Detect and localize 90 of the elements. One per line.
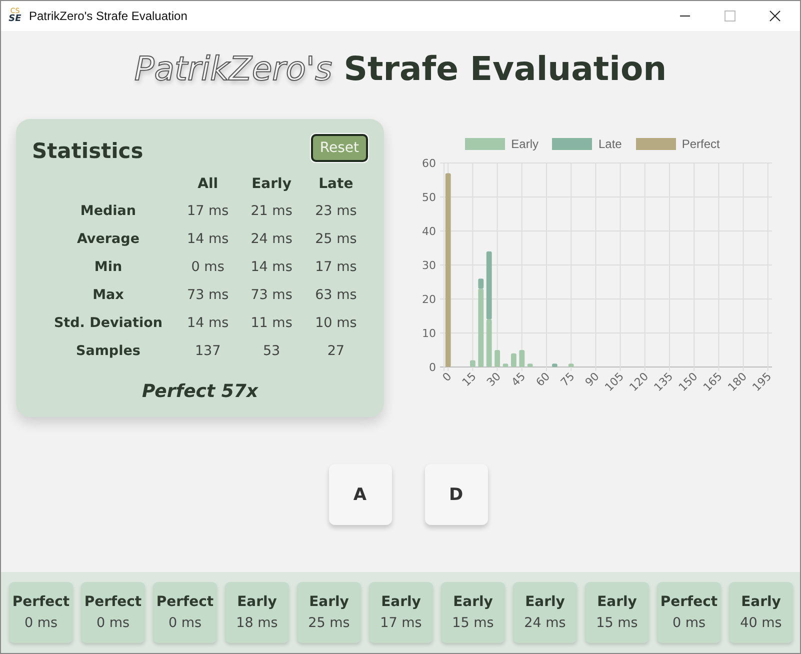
table-cell-text: 21 ms: [250, 202, 294, 221]
result-kind: Early: [525, 594, 565, 610]
result-time: 24 ms: [524, 615, 566, 631]
result-time: 0 ms: [24, 615, 58, 631]
table-cell-text: 10 ms: [314, 314, 358, 333]
heading-text: Strafe Evaluation: [344, 49, 667, 88]
result-time: 18 ms: [236, 615, 278, 631]
row-label: Min: [93, 258, 124, 277]
legend-label: Early: [511, 137, 538, 151]
y-tick-label: 30: [422, 259, 436, 272]
table-cell-text: 14 ms: [186, 230, 230, 249]
histogram-bar: [470, 360, 476, 367]
table-cell-text: 63 ms: [314, 286, 358, 305]
x-tick-label: 75: [558, 370, 578, 390]
result-kind: Perfect: [660, 594, 718, 610]
table-cell-text: 17 ms: [186, 202, 230, 221]
result-time: 0 ms: [96, 615, 130, 631]
x-tick-label: 195: [750, 370, 774, 394]
legend-label: Perfect: [682, 137, 720, 151]
histogram-bar: [494, 350, 500, 367]
table-cell-text: 25 ms: [314, 230, 358, 249]
x-tick-label: 45: [508, 370, 528, 390]
y-tick-label: 20: [422, 293, 436, 306]
x-tick-label: 150: [676, 370, 700, 394]
key-cap: D: [424, 464, 488, 525]
histogram-bar: [511, 353, 516, 367]
close-icon[interactable]: [769, 10, 781, 22]
row-label: Average: [76, 230, 140, 249]
histogram-bar: [568, 364, 574, 367]
result-kind: Perfect: [156, 594, 214, 610]
histogram-bar: [519, 350, 525, 367]
table-cell-text: 73 ms: [250, 286, 294, 305]
histogram-bar: [527, 364, 533, 367]
table-cell-text: 11 ms: [250, 314, 294, 333]
column-header: Early: [250, 175, 292, 194]
legend-label: Late: [598, 137, 622, 151]
x-tick-label: 60: [534, 370, 553, 390]
table-cell-text: 14 ms: [186, 314, 230, 333]
row-label: Std. Deviation: [52, 314, 164, 333]
result-kind: Early: [381, 594, 421, 610]
table-cell-text: 137: [194, 342, 222, 361]
result-time: 15 ms: [452, 615, 494, 631]
perfect-count: Perfect 57x: [140, 381, 260, 402]
table-cell-text: 24 ms: [250, 230, 294, 249]
x-tick-label: 30: [484, 370, 504, 390]
result-time: 25 ms: [308, 615, 350, 631]
y-tick-label: 50: [422, 191, 436, 204]
result-kind: Perfect: [84, 594, 142, 610]
x-tick-label: 165: [700, 370, 725, 394]
result-kind: Early: [453, 594, 493, 610]
reset-button[interactable]: Reset: [310, 134, 368, 162]
x-tick-label: 0: [440, 370, 454, 384]
y-tick-label: 40: [422, 225, 436, 238]
table-cell-text: 0 ms: [190, 258, 226, 277]
x-tick-label: 15: [460, 370, 479, 390]
result-kind: Early: [237, 594, 277, 610]
table-cell-text: 17 ms: [314, 258, 358, 277]
statistics-title: Statistics: [32, 139, 144, 163]
table-cell-text: 23 ms: [314, 202, 358, 221]
y-tick-label: 10: [422, 327, 436, 340]
row-label: Max: [92, 286, 125, 305]
column-header: Late: [318, 175, 354, 194]
key-cap: A: [328, 464, 392, 525]
x-tick-label: 105: [602, 370, 626, 394]
column-header: All: [196, 175, 220, 194]
table-cell-text: 14 ms: [250, 258, 294, 277]
result-time: 17 ms: [380, 615, 422, 631]
x-tick-label: 180: [725, 370, 750, 394]
y-tick-label: 60: [422, 157, 436, 170]
result-kind: Early: [597, 594, 637, 610]
x-tick-label: 135: [652, 370, 676, 394]
row-label: Median: [79, 202, 138, 221]
table-cell-text: 27: [326, 342, 346, 361]
table-cell-text: 53: [262, 342, 282, 361]
histogram-bar: [552, 364, 558, 367]
result-kind: Early: [741, 594, 781, 610]
result-time: 40 ms: [740, 615, 782, 631]
y-tick-label: 0: [429, 361, 436, 374]
row-label: Samples: [75, 342, 142, 361]
x-tick-label: 120: [626, 370, 652, 394]
heading-outlined-text: PatrikZero's: [134, 49, 332, 88]
histogram-bar: [502, 364, 508, 367]
result-time: 15 ms: [596, 615, 638, 631]
table-cell-text: 73 ms: [186, 286, 230, 305]
window-title: PatrikZero's Strafe Evaluation: [29, 9, 188, 23]
result-time: 0 ms: [168, 615, 202, 631]
x-tick-label: 90: [582, 370, 602, 390]
result-kind: Perfect: [12, 594, 70, 610]
result-kind: Early: [309, 594, 349, 610]
result-time: 0 ms: [672, 615, 706, 631]
